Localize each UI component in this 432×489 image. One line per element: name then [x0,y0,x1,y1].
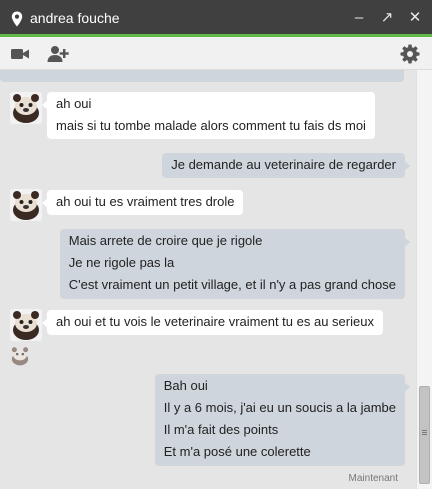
video-camera-icon[interactable] [10,44,30,64]
message-line: Et m'a posé une colerette [163,444,311,459]
message-line: Il y a 6 mois, j'ai eu un soucis a la ja… [163,400,396,415]
chat-toolbar [0,37,432,70]
message-timestamp: Maintenant [348,473,398,484]
incoming-message: ah oui et tu vois le veterinaire vraimen… [42,310,383,335]
message-line: Je demande au veterinaire de regarder [171,157,396,172]
scrollbar-thumb[interactable] [419,386,430,484]
message-line: Mais arrete de croire que je rigole [68,233,263,248]
close-button[interactable]: ✕ [408,9,422,27]
contact-avatar [10,92,42,124]
seen-by-avatar [10,346,30,366]
incoming-message: ah oui tu es vraiment tres drole [41,190,244,215]
message-line: ah oui tu es vraiment tres drole [56,194,235,209]
conversation-scrollbar[interactable] [416,70,432,489]
incoming-message: ah oui mais si tu tombe malade alors com… [42,92,375,139]
contact-avatar [10,189,42,221]
chat-window-titlebar: andrea fouche – ↗ ✕ [0,0,432,37]
scrollbar-grip [422,430,427,431]
message-line: ah oui et tu vois le veterinaire vraimen… [56,314,374,329]
location-pin-icon [11,11,23,27]
outgoing-message: Je demande au veterinaire de regarder [162,153,410,178]
message-line: ah oui [56,96,92,111]
contact-name: andrea fouche [30,9,120,26]
conversation-pane[interactable]: ah oui mais si tu tombe malade alors com… [0,70,416,489]
minimize-button[interactable]: – [352,9,366,27]
message-line: mais si tu tombe malade alors comment tu… [56,118,366,133]
contact-avatar [10,309,42,341]
outgoing-message: Bah oui Il y a 6 mois, j'ai eu un soucis… [154,374,411,466]
message-line: C'est vraiment un petit village, et il n… [68,277,396,292]
gear-icon[interactable] [400,44,420,64]
popout-button[interactable]: ↗ [380,9,394,27]
outgoing-message: Mais arrete de croire que je rigole Je n… [59,229,411,299]
message-line: Je ne rigole pas la [68,255,175,270]
message-line: Bah oui [163,378,208,393]
add-person-icon[interactable] [47,44,69,64]
message-line: Il m'a fait des points [163,422,279,437]
message-bubble-cutoff [0,70,404,82]
